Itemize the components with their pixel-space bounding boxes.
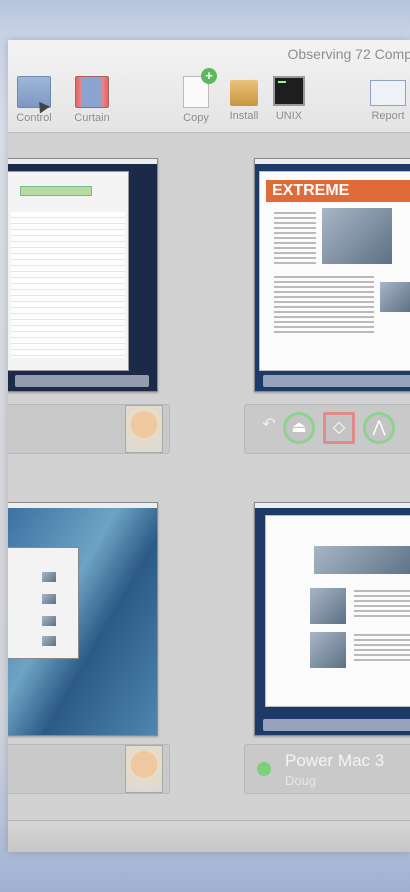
photo	[380, 282, 410, 312]
file-icon	[42, 616, 56, 626]
user-name: Doug	[285, 773, 317, 788]
text-block	[274, 276, 374, 336]
search-field	[20, 186, 92, 196]
screen-thumbnail[interactable]	[254, 502, 410, 736]
screen-thumbnail[interactable]	[8, 502, 158, 736]
file-icon	[42, 636, 56, 646]
control-bar: ↶ ⏏ ◇ ⋀	[244, 404, 410, 454]
status-indicator	[257, 762, 271, 776]
back-arrow-icon[interactable]: ↶	[253, 412, 285, 444]
computer-info-bar	[8, 404, 170, 454]
menu-bar	[8, 503, 157, 508]
menu-bar	[255, 503, 410, 508]
dock	[15, 375, 149, 387]
photo	[310, 632, 346, 668]
dock	[263, 375, 410, 387]
text-block	[354, 590, 410, 620]
control-button[interactable]: Control	[8, 76, 62, 124]
file-icon	[42, 572, 56, 582]
diamond-icon[interactable]: ◇	[323, 412, 355, 444]
screen-thumbnail[interactable]	[8, 158, 158, 392]
photo	[310, 588, 346, 624]
curtain-button[interactable]: Curtain	[64, 76, 120, 124]
menu-bar	[255, 159, 410, 164]
photo	[322, 208, 392, 264]
chart-icon[interactable]: ⋀	[363, 412, 395, 444]
spreadsheet-rows	[11, 212, 125, 358]
text-block	[274, 212, 316, 266]
copy-icon	[183, 68, 217, 108]
report-label: Report	[371, 110, 405, 122]
computer-name: Power Mac 3	[285, 751, 385, 770]
curtain-label: Curtain	[74, 112, 110, 124]
bottom-bar	[8, 820, 410, 852]
report-button[interactable]: Report	[360, 76, 410, 122]
window-title: Observing 72 Comp	[287, 46, 410, 62]
observe-window: Observing 72 Comp Control Curtain Copy I…	[8, 40, 410, 852]
eject-icon[interactable]: ⏏	[283, 412, 315, 444]
headline: EXTREME	[266, 180, 410, 202]
finder-window	[8, 547, 79, 659]
avatar	[125, 405, 163, 453]
install-icon	[230, 80, 258, 106]
avatar	[125, 745, 163, 793]
spreadsheet-window	[8, 171, 129, 371]
computer-info-bar	[8, 744, 170, 794]
browser-window	[265, 515, 410, 707]
document-window: EXTREME	[259, 171, 410, 371]
toolbar: Observing 72 Comp Control Curtain Copy I…	[8, 40, 410, 133]
unix-label: UNIX	[275, 110, 303, 122]
screen-thumbnail[interactable]: EXTREME	[254, 158, 410, 392]
curtain-icon	[75, 76, 109, 108]
computer-info-bar: Power Mac 3 Doug	[244, 744, 410, 794]
report-icon	[370, 80, 406, 106]
banner-image	[314, 546, 410, 574]
file-icon	[42, 594, 56, 604]
dock	[263, 719, 410, 731]
menu-bar	[8, 159, 157, 164]
unix-button[interactable]: UNIX	[261, 76, 317, 122]
control-label: Control	[16, 112, 52, 124]
unix-icon	[273, 76, 305, 106]
text-block	[354, 634, 410, 664]
control-icon	[17, 76, 51, 108]
